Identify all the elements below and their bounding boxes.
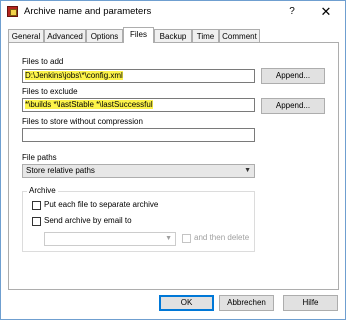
tab-general[interactable]: General	[8, 29, 44, 42]
append-add-button[interactable]: Append...	[261, 68, 325, 84]
file-paths-selected: Store relative paths	[26, 166, 95, 175]
archive-dialog: Archive name and parameters ? ✕ General …	[0, 0, 346, 320]
ok-button[interactable]: OK	[159, 295, 214, 311]
files-to-add-label: Files to add	[22, 57, 64, 66]
separate-archive-label: Put each file to separate archive	[44, 200, 159, 209]
close-icon[interactable]: ✕	[316, 4, 336, 20]
tab-backup[interactable]: Backup	[154, 29, 192, 42]
tab-comment[interactable]: Comment	[219, 29, 260, 42]
cancel-button[interactable]: Abbrechen	[219, 295, 274, 311]
files-to-exclude-label: Files to exclude	[22, 87, 78, 96]
tab-advanced[interactable]: Advanced	[44, 29, 86, 42]
archive-group-legend: Archive	[27, 186, 58, 195]
email-address-combobox[interactable]: ▼	[44, 232, 176, 246]
files-tab-panel: Files to add D:\Jenkins\jobs\*\config.xm…	[8, 42, 339, 290]
no-compression-label: Files to store without compression	[22, 117, 143, 126]
files-to-exclude-value: *\builds *\lastStable *\lastSuccessful	[25, 100, 153, 109]
winrar-app-icon	[7, 6, 18, 17]
help-button[interactable]: Hilfe	[283, 295, 338, 311]
file-paths-label: File paths	[22, 153, 57, 162]
files-to-add-value: D:\Jenkins\jobs\*\config.xml	[25, 71, 123, 80]
title-bar: Archive name and parameters ? ✕	[1, 1, 345, 23]
send-email-label: Send archive by email to	[44, 216, 132, 225]
chevron-down-icon: ▼	[165, 235, 172, 242]
append-exclude-button[interactable]: Append...	[261, 98, 325, 114]
tab-time[interactable]: Time	[192, 29, 219, 42]
files-to-add-input[interactable]: D:\Jenkins\jobs\*\config.xml	[22, 69, 255, 83]
chevron-down-icon: ▼	[244, 167, 251, 174]
separate-archive-checkbox[interactable]	[32, 201, 41, 210]
delete-after-email-checkbox[interactable]	[182, 234, 191, 243]
files-to-exclude-input[interactable]: *\builds *\lastStable *\lastSuccessful	[22, 98, 255, 112]
send-email-checkbox[interactable]	[32, 217, 41, 226]
help-title-button[interactable]: ?	[284, 4, 300, 20]
file-paths-select[interactable]: Store relative paths ▼	[22, 164, 255, 178]
no-compression-input[interactable]	[22, 128, 255, 142]
archive-groupbox: Archive Put each file to separate archiv…	[22, 186, 255, 252]
tab-files[interactable]: Files	[123, 27, 154, 43]
window-title: Archive name and parameters	[24, 6, 152, 17]
tab-options[interactable]: Options	[86, 29, 123, 42]
delete-after-email-label: and then delete	[194, 233, 250, 242]
